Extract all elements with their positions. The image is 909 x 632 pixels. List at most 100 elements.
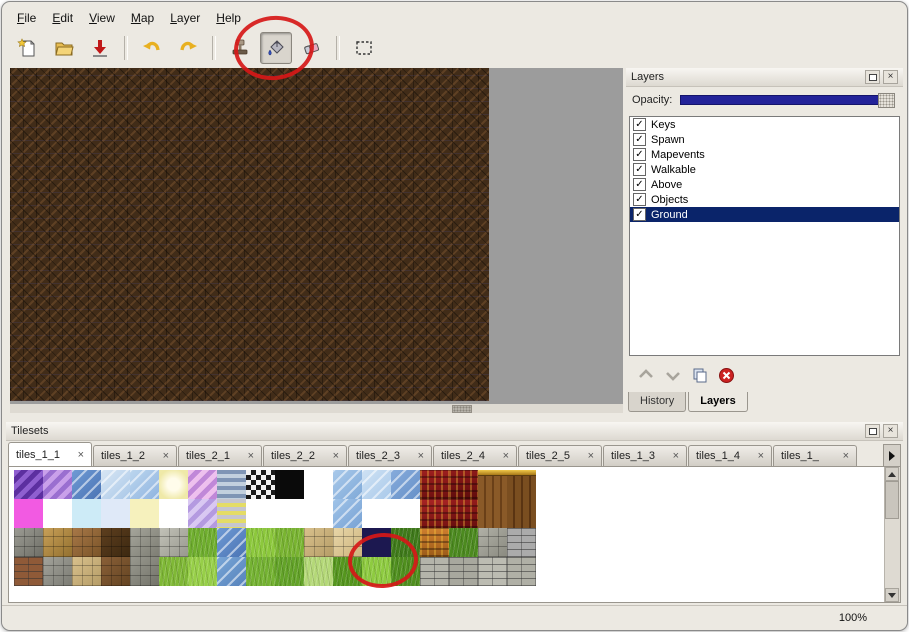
move-layer-up-button[interactable] (637, 367, 655, 383)
tileset-tile[interactable] (101, 470, 130, 499)
menu-item-file[interactable]: File (10, 9, 43, 27)
tileset-tab-tiles_2_1[interactable]: tiles_2_1× (178, 445, 262, 466)
tileset-tile[interactable] (333, 470, 362, 499)
map-canvas[interactable] (10, 68, 623, 413)
eraser-tool-button[interactable] (296, 32, 328, 64)
new-file-button[interactable] (12, 32, 44, 64)
layer-row-walkable[interactable]: ✓Walkable (630, 162, 899, 177)
menu-item-layer[interactable]: Layer (163, 9, 207, 27)
tileset-tile[interactable] (188, 557, 217, 586)
tileset-tile[interactable] (72, 499, 101, 528)
tileset-tile[interactable] (130, 499, 159, 528)
menu-item-view[interactable]: View (82, 9, 122, 27)
tileset-tab-tiles_2_3[interactable]: tiles_2_3× (348, 445, 432, 466)
layer-visibility-checkbox[interactable]: ✓ (633, 148, 646, 161)
tileset-tabs-scroll-right-button[interactable] (883, 444, 901, 467)
close-tab-icon[interactable]: × (163, 451, 169, 461)
tileset-tile[interactable] (449, 528, 478, 557)
fill-tool-button[interactable] (260, 32, 292, 64)
tileset-tile[interactable] (217, 528, 246, 557)
tileset-tile[interactable] (14, 499, 43, 528)
map-horizontal-scrollbar-thumb[interactable] (452, 405, 472, 413)
tileset-tile[interactable] (275, 528, 304, 557)
tileset-tile[interactable] (43, 557, 72, 586)
tileset-tile[interactable] (391, 470, 420, 499)
tileset-tile[interactable] (362, 499, 391, 528)
tileset-tab-tiles_1_[interactable]: tiles_1_× (773, 445, 857, 466)
tileset-tile[interactable] (362, 557, 391, 586)
layer-row-mapevents[interactable]: ✓Mapevents (630, 147, 899, 162)
tileset-tile[interactable] (507, 499, 536, 528)
tileset-tile[interactable] (246, 557, 275, 586)
tileset-tile[interactable] (217, 499, 246, 528)
scroll-up-button[interactable] (885, 467, 899, 481)
dock-tab-history[interactable]: History (628, 392, 686, 412)
tileset-tile[interactable] (362, 470, 391, 499)
tileset-tile[interactable] (449, 499, 478, 528)
open-file-button[interactable] (48, 32, 80, 64)
layer-visibility-checkbox[interactable]: ✓ (633, 133, 646, 146)
layer-visibility-checkbox[interactable]: ✓ (633, 118, 646, 131)
float-panel-button[interactable] (865, 424, 880, 438)
tileset-tile[interactable] (72, 470, 101, 499)
layer-row-keys[interactable]: ✓Keys (630, 117, 899, 132)
redo-button[interactable] (172, 32, 204, 64)
tileset-tile[interactable] (304, 499, 333, 528)
opacity-slider[interactable] (680, 95, 895, 105)
close-tab-icon[interactable]: × (503, 451, 509, 461)
tileset-tab-tiles_1_4[interactable]: tiles_1_4× (688, 445, 772, 466)
close-tab-icon[interactable]: × (758, 451, 764, 461)
tileset-tile[interactable] (478, 499, 507, 528)
close-tab-icon[interactable]: × (248, 451, 254, 461)
tileset-tile[interactable] (130, 528, 159, 557)
tileset-tile[interactable] (275, 557, 304, 586)
close-tab-icon[interactable]: × (333, 451, 339, 461)
tileset-tile[interactable] (333, 528, 362, 557)
tileset-tile[interactable] (43, 470, 72, 499)
tileset-tile[interactable] (72, 557, 101, 586)
menu-item-map[interactable]: Map (124, 9, 161, 27)
map-horizontal-scrollbar[interactable] (10, 404, 623, 413)
tileset-tile[interactable] (72, 528, 101, 557)
tileset-tile[interactable] (304, 528, 333, 557)
tileset-tile[interactable] (159, 499, 188, 528)
map-painted-area[interactable] (10, 68, 489, 401)
close-tab-icon[interactable]: × (588, 451, 594, 461)
tileset-tile[interactable] (449, 470, 478, 499)
select-tool-button[interactable] (348, 32, 380, 64)
layer-row-ground[interactable]: ✓Ground (630, 207, 899, 222)
opacity-slider-handle[interactable] (878, 93, 895, 108)
tileset-tab-tiles_2_2[interactable]: tiles_2_2× (263, 445, 347, 466)
float-panel-button[interactable] (865, 70, 880, 84)
tileset-tile[interactable] (43, 528, 72, 557)
tileset-tile[interactable] (246, 470, 275, 499)
tileset-tile[interactable] (43, 499, 72, 528)
layer-visibility-checkbox[interactable]: ✓ (633, 163, 646, 176)
tileset-tab-tiles_1_1[interactable]: tiles_1_1× (8, 442, 92, 466)
tileset-tile[interactable] (478, 528, 507, 557)
tileset-tile[interactable] (420, 557, 449, 586)
tileset-tile[interactable] (304, 557, 333, 586)
menu-item-help[interactable]: Help (209, 9, 248, 27)
layer-row-above[interactable]: ✓Above (630, 177, 899, 192)
tileset-tile[interactable] (275, 499, 304, 528)
tileset-tile[interactable] (275, 470, 304, 499)
dock-tab-layers[interactable]: Layers (688, 392, 747, 412)
palette-scrollbar-thumb[interactable] (885, 481, 899, 519)
tileset-tile[interactable] (217, 557, 246, 586)
tileset-tab-tiles_2_5[interactable]: tiles_2_5× (518, 445, 602, 466)
layer-visibility-checkbox[interactable]: ✓ (633, 193, 646, 206)
tileset-tile[interactable] (159, 528, 188, 557)
scroll-down-button[interactable] (885, 588, 899, 602)
layer-visibility-checkbox[interactable]: ✓ (633, 208, 646, 221)
duplicate-layer-button[interactable] (691, 367, 709, 383)
tileset-tab-tiles_1_3[interactable]: tiles_1_3× (603, 445, 687, 466)
palette-vertical-scrollbar[interactable] (884, 467, 900, 602)
tileset-tile[interactable] (14, 528, 43, 557)
tileset-tile[interactable] (391, 557, 420, 586)
tileset-tile[interactable] (362, 528, 391, 557)
tileset-tile[interactable] (188, 528, 217, 557)
stamp-tool-button[interactable] (224, 32, 256, 64)
tileset-tile[interactable] (217, 470, 246, 499)
tileset-tile[interactable] (14, 557, 43, 586)
